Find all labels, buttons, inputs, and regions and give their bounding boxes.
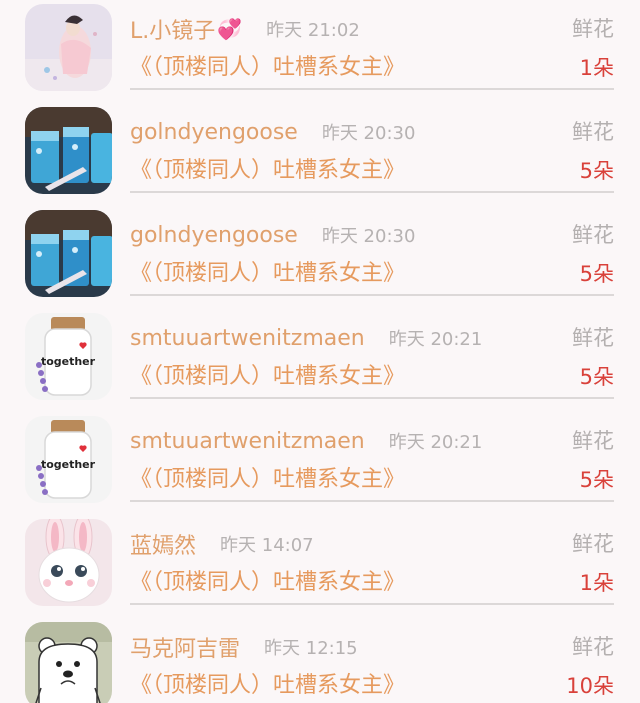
user-name[interactable]: smtuuartwenitzmaen — [130, 429, 365, 454]
list-item[interactable]: L.小镜子 💞 昨天 21:02 鲜花 《（顶楼同人）吐槽系女主》 1朵 — [0, 0, 640, 103]
book-title-link[interactable]: 《（顶楼同人）吐槽系女主》 — [130, 51, 405, 85]
gift-type-label: 鲜花 — [572, 635, 614, 659]
avatar[interactable] — [25, 107, 112, 194]
divider — [130, 294, 614, 296]
list-item[interactable]: together smtuuartwenitzmaen 昨天 20:21 鲜花 … — [0, 412, 640, 515]
svg-text:together: together — [41, 355, 96, 368]
avatar[interactable]: together — [25, 416, 112, 503]
heart-icon: 💞 — [217, 17, 243, 41]
timestamp: 昨天 21:02 — [266, 20, 360, 41]
book-title-link[interactable]: 《（顶楼同人）吐槽系女主》 — [130, 154, 405, 188]
book-title-link[interactable]: 《（顶楼同人）吐槽系女主》 — [130, 463, 405, 497]
book-title-link[interactable]: 《（顶楼同人）吐槽系女主》 — [130, 257, 405, 291]
book-title-link[interactable]: 《（顶楼同人）吐槽系女主》 — [130, 669, 405, 703]
gift-count: 10朵 — [566, 674, 614, 698]
timestamp: 昨天 12:15 — [264, 638, 358, 659]
list-item[interactable]: 马克阿吉雷 昨天 12:15 鲜花 《（顶楼同人）吐槽系女主》 10朵 — [0, 618, 640, 703]
gift-count: 5朵 — [579, 159, 614, 183]
user-name[interactable]: L.小镜子 — [130, 13, 215, 45]
gift-type-label: 鲜花 — [572, 120, 614, 144]
user-name[interactable]: golndyengoose — [130, 223, 298, 248]
timestamp: 昨天 20:30 — [321, 123, 416, 144]
gift-count: 5朵 — [579, 468, 614, 492]
timestamp: 昨天 14:07 — [220, 535, 314, 556]
divider — [130, 603, 614, 605]
divider — [130, 191, 614, 193]
divider — [130, 88, 614, 90]
avatar[interactable] — [25, 4, 112, 91]
user-name[interactable]: 马克阿吉雷 — [130, 631, 240, 663]
svg-text:together: together — [41, 458, 96, 471]
timestamp: 昨天 20:21 — [388, 329, 483, 350]
gift-count: 1朵 — [579, 571, 614, 595]
gift-record-list: L.小镜子 💞 昨天 21:02 鲜花 《（顶楼同人）吐槽系女主》 1朵 gol… — [0, 0, 640, 703]
gift-type-label: 鲜花 — [572, 326, 614, 350]
timestamp: 昨天 20:30 — [321, 226, 416, 247]
timestamp: 昨天 20:21 — [388, 432, 483, 453]
list-item[interactable]: golndyengoose 昨天 20:30 鲜花 《（顶楼同人）吐槽系女主》 … — [0, 103, 640, 206]
gift-type-label: 鲜花 — [572, 532, 614, 556]
avatar[interactable] — [25, 210, 112, 297]
user-name[interactable]: smtuuartwenitzmaen — [130, 326, 365, 351]
divider — [130, 500, 614, 502]
list-item[interactable]: together smtuuartwenitzmaen 昨天 20:21 鲜花 … — [0, 309, 640, 412]
book-title-link[interactable]: 《（顶楼同人）吐槽系女主》 — [130, 360, 405, 394]
gift-type-label: 鲜花 — [572, 223, 614, 247]
user-name[interactable]: golndyengoose — [130, 120, 298, 145]
avatar[interactable] — [25, 519, 112, 606]
gift-count: 5朵 — [579, 365, 614, 389]
avatar[interactable] — [25, 622, 112, 703]
list-item[interactable]: golndyengoose 昨天 20:30 鲜花 《（顶楼同人）吐槽系女主》 … — [0, 206, 640, 309]
gift-type-label: 鲜花 — [572, 17, 614, 41]
gift-count: 1朵 — [579, 56, 614, 80]
gift-type-label: 鲜花 — [572, 429, 614, 453]
gift-count: 5朵 — [579, 262, 614, 286]
book-title-link[interactable]: 《（顶楼同人）吐槽系女主》 — [130, 566, 405, 600]
user-name[interactable]: 蓝嫣然 — [130, 528, 196, 560]
avatar[interactable]: together — [25, 313, 112, 400]
divider — [130, 397, 614, 399]
list-item[interactable]: 蓝嫣然 昨天 14:07 鲜花 《（顶楼同人）吐槽系女主》 1朵 — [0, 515, 640, 618]
